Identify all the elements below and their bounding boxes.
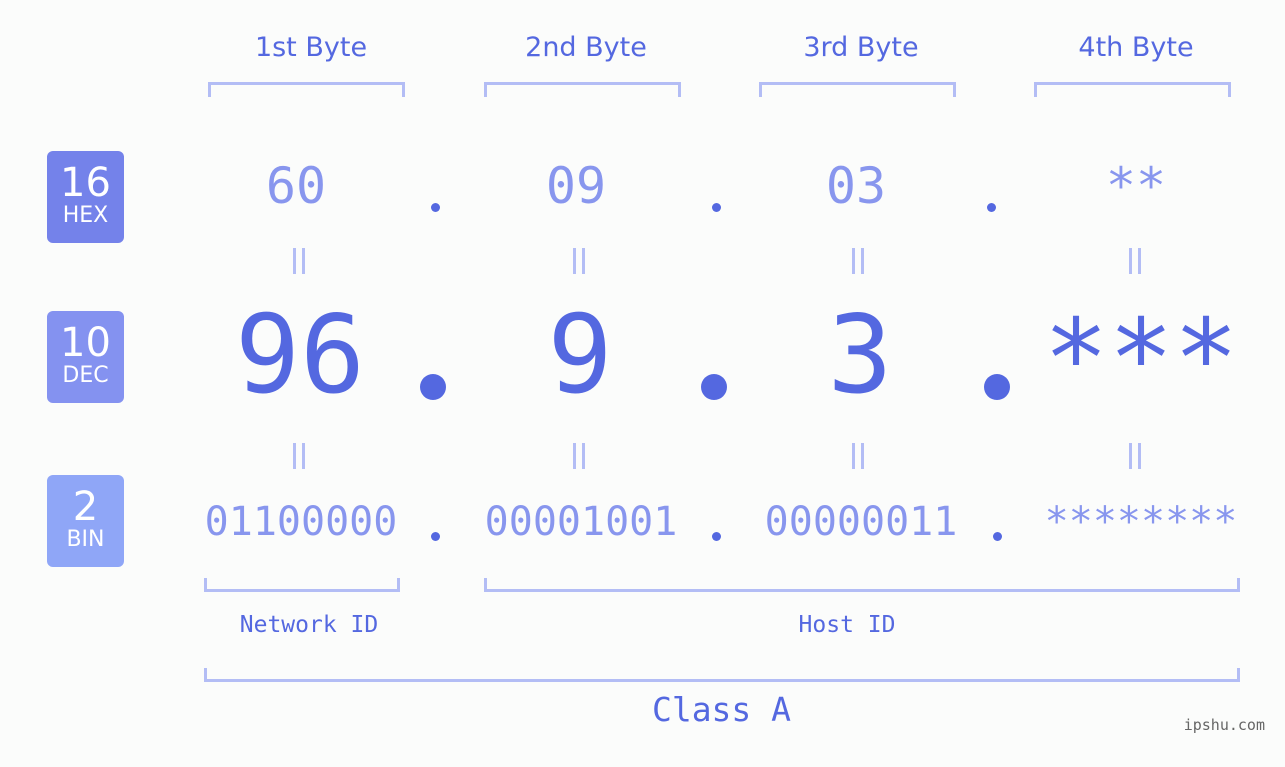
hex-separator-dot — [987, 203, 996, 212]
bin-value-3: 00000011 — [764, 499, 958, 545]
hex-separator-dot — [431, 203, 440, 212]
byte-header-3: 3rd Byte — [803, 32, 919, 63]
byte-bracket-2 — [484, 82, 681, 97]
hex-value-2: 09 — [545, 157, 607, 215]
dec-separator-dot — [420, 374, 446, 400]
hex-value-1: 60 — [265, 157, 327, 215]
dec-badge: 10 DEC — [47, 311, 124, 403]
class-label: Class A — [651, 690, 792, 729]
network-id-label: Network ID — [239, 612, 379, 638]
class-bracket — [204, 668, 1240, 682]
hex-base: 16 — [60, 160, 111, 206]
watermark: ipshu.com — [1183, 716, 1265, 734]
dec-base: 10 — [60, 320, 111, 366]
hex-separator-dot — [712, 203, 721, 212]
hex-value-4: ** — [1105, 157, 1167, 215]
dec-value-1: 96 — [234, 293, 366, 418]
dec-value-4: *** — [1043, 297, 1239, 422]
dec-value-2: 9 — [547, 293, 613, 418]
hex-label: HEX — [62, 203, 109, 228]
bin-separator-dot — [431, 532, 440, 541]
equals-icon — [293, 443, 305, 469]
byte-header-2: 2nd Byte — [525, 32, 647, 63]
hex-badge: 16 HEX — [47, 151, 124, 243]
hex-value-3: 03 — [825, 157, 887, 215]
byte-bracket-3 — [759, 82, 956, 97]
byte-bracket-1 — [208, 82, 405, 97]
byte-bracket-4 — [1034, 82, 1231, 97]
equals-icon — [852, 248, 864, 274]
dec-label: DEC — [62, 363, 109, 388]
bin-value-1: 01100000 — [204, 499, 398, 545]
bin-base: 2 — [72, 484, 99, 530]
bin-label: BIN — [66, 527, 105, 552]
equals-icon — [1129, 248, 1141, 274]
host-id-bracket — [484, 578, 1240, 592]
equals-icon — [852, 443, 864, 469]
bin-value-2: 00001001 — [484, 499, 678, 545]
dec-value-3: 3 — [827, 293, 893, 418]
equals-icon — [1129, 443, 1141, 469]
bin-badge: 2 BIN — [47, 475, 124, 567]
equals-icon — [293, 248, 305, 274]
bin-separator-dot — [993, 532, 1002, 541]
byte-header-1: 1st Byte — [254, 32, 368, 63]
byte-header-4: 4th Byte — [1078, 32, 1194, 63]
equals-icon — [573, 248, 585, 274]
dec-separator-dot — [701, 374, 727, 400]
bin-value-4: ******** — [1044, 499, 1238, 545]
equals-icon — [573, 443, 585, 469]
network-id-bracket — [204, 578, 400, 592]
bin-separator-dot — [712, 532, 721, 541]
host-id-label: Host ID — [798, 612, 896, 638]
dec-separator-dot — [984, 374, 1010, 400]
